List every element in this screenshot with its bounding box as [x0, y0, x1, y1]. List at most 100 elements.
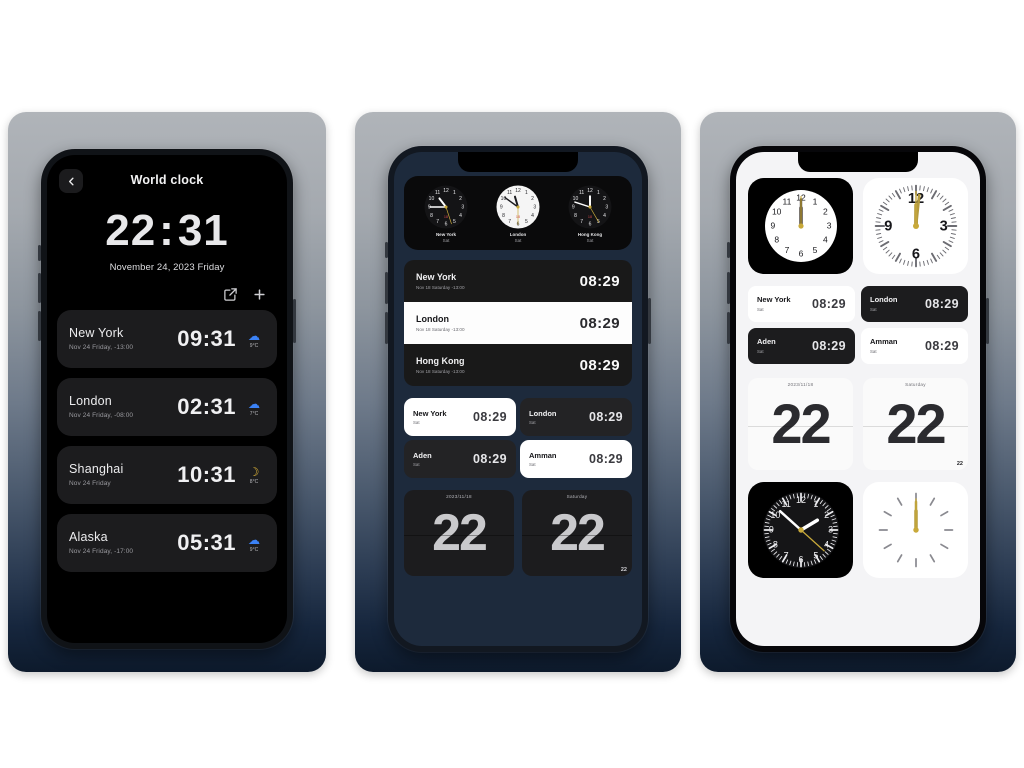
phone1-action-bar — [47, 273, 287, 310]
city-mini-widget[interactable]: Amman Sat 08:29 — [520, 440, 632, 479]
analog-clock-face: 123456789101112 — [764, 189, 838, 263]
city-time: 08:29 — [473, 452, 507, 467]
city-name: Hong Kong — [416, 355, 465, 366]
analog-clock-widget-row[interactable]: 12345678910111218New YorkSat123456789101… — [404, 176, 632, 251]
mini-city-widget-grid[interactable]: New York Sat 08:29 London Sat 08:29 Aden Sat 08:… — [404, 398, 632, 479]
svg-text:1: 1 — [453, 190, 456, 196]
city-offset-date: Nov 18 Saturday -13:00 — [416, 326, 465, 332]
city-mini-widget[interactable]: Aden Sat 08:29 — [404, 440, 516, 479]
city-time: 10:31 — [177, 462, 236, 487]
edit-square-icon[interactable] — [223, 287, 238, 302]
cloud-icon: ☁ — [248, 396, 260, 411]
city-mini-widget[interactable]: Aden Sat 08:29 — [748, 328, 855, 364]
phone3-mute-button[interactable] — [727, 242, 730, 258]
city-row[interactable]: London Nov 24 Friday, -08:00 02:31 ☁ 7°C — [57, 378, 277, 436]
analog-clock-day: Sat — [586, 237, 594, 243]
top-analog-widget-row[interactable]: 1 2 3 4 5 6 7 8 9 10 11 12 12 3 6 9 — [748, 178, 968, 274]
analog-clock-widget[interactable]: 123456789101112 — [748, 178, 853, 274]
phone2-volume-up-button[interactable] — [385, 272, 388, 304]
flip-label: Saturday — [905, 382, 926, 387]
city-offset-date: Nov 24 Friday — [69, 479, 111, 487]
analog-clock-caption: New York Sat — [410, 232, 481, 243]
city-name: Aden — [757, 337, 776, 347]
city-mini-widget[interactable]: London Sat 08:29 — [520, 398, 632, 437]
svg-text:3: 3 — [939, 219, 947, 235]
flip-clock-widget[interactable]: 2023/11/18 22 — [404, 490, 514, 577]
phone1-volume-up-button[interactable] — [38, 273, 41, 303]
phone3-volume-up-button[interactable] — [727, 272, 730, 304]
svg-text:3: 3 — [605, 205, 608, 211]
analog-clock-widget[interactable] — [863, 482, 968, 578]
city-mini-widget[interactable]: London Sat 08:29 — [861, 286, 968, 322]
analog-clock-widget[interactable]: 1 2 3 4 5 6 7 8 9 10 11 12 18 New York Sat — [410, 185, 481, 243]
svg-text:3: 3 — [826, 221, 831, 231]
analog-clock-widget[interactable]: 12 3 6 9 — [863, 178, 968, 274]
svg-text:10: 10 — [771, 207, 781, 217]
analog-clock-widget[interactable]: 12345678910111218Hong KongSat — [554, 185, 625, 243]
city-day: Sat — [870, 306, 877, 312]
city-name: London — [870, 295, 898, 305]
mini-city-widget-grid[interactable]: New York Sat 08:29 London Sat 08:29 Aden Sat 08:… — [748, 286, 968, 364]
city-row[interactable]: New York Nov 24 Friday, -13:00 09:31 ☁ 9°C — [57, 310, 277, 368]
bottom-analog-widget-row[interactable]: 123456789101112 — [748, 482, 968, 578]
city-info: Aden Sat — [413, 450, 473, 467]
phone1-mute-button[interactable] — [38, 245, 41, 261]
city-temperature: 9°C — [249, 546, 259, 553]
city-row[interactable]: Alaska Nov 24 Friday, -17:00 05:31 ☁ 9°C — [57, 514, 277, 572]
time-colon: : — [159, 206, 175, 255]
phone-device-2: 12345678910111218New YorkSat123456789101… — [385, 146, 651, 652]
flip-clock-widget-grid[interactable]: 2023/11/18 22 Saturday 22 22 — [404, 490, 632, 577]
city-weather: ☁ 9°C — [243, 534, 265, 553]
phone3-power-button[interactable] — [986, 298, 989, 344]
flip-clock-widget[interactable]: 2023/11/18 22 — [748, 378, 853, 470]
flip-digits: 22 — [432, 504, 488, 563]
city-list-row[interactable]: Hong Kong Nov 18 Saturday -13:00 08:29 — [404, 344, 632, 387]
analog-clock-widget[interactable]: 123456789101112 — [748, 482, 853, 578]
phone2-mute-button[interactable] — [385, 242, 388, 258]
city-time-list-widget[interactable]: New York Nov 18 Saturday -13:00 08:29 Londo… — [404, 260, 632, 387]
analog-clock-widget[interactable]: 12345678910111218LondonSat — [482, 185, 553, 243]
svg-text:6: 6 — [911, 246, 919, 262]
flip-clock-widget-grid[interactable]: 2023/11/18 22 Saturday 22 22 — [748, 378, 968, 470]
phone3-screen: 1 2 3 4 5 6 7 8 9 10 11 12 12 3 6 9 New York Sat 08:29 Lon… — [736, 152, 980, 646]
svg-text:6: 6 — [589, 221, 592, 227]
page-title: World clock — [130, 173, 204, 187]
city-list-row[interactable]: London Nov 18 Saturday -13:00 08:29 — [404, 302, 632, 345]
city-day: Sat — [529, 419, 536, 425]
city-info: Aden Sat — [757, 337, 812, 354]
svg-text:2: 2 — [822, 207, 827, 217]
current-minute: 31 — [177, 206, 229, 255]
svg-text:1: 1 — [812, 196, 817, 206]
city-info: Amman Sat — [529, 451, 589, 467]
phone-device-3: 1 2 3 4 5 6 7 8 9 10 11 12 12 3 6 9 New York Sat 08:29 Lon… — [727, 146, 989, 652]
city-offset-date: Nov 18 Saturday -13:00 — [416, 284, 465, 290]
analog-clock-day: Sat — [514, 237, 522, 243]
city-name: Aden — [413, 450, 432, 460]
svg-text:3: 3 — [461, 205, 464, 211]
phone1-volume-down-button[interactable] — [38, 311, 41, 341]
current-date: November 24, 2023 Friday — [109, 262, 225, 273]
city-mini-widget[interactable]: New York Sat 08:29 — [748, 286, 855, 322]
phone2-power-button[interactable] — [648, 298, 651, 344]
city-name: Alaska — [69, 530, 108, 545]
city-offset-date: Nov 24 Friday, -17:00 — [69, 547, 134, 555]
svg-text:2: 2 — [459, 196, 462, 202]
phone2-volume-down-button[interactable] — [385, 312, 388, 344]
moon-icon: ☽ — [248, 464, 260, 479]
phone3-volume-down-button[interactable] — [727, 312, 730, 344]
phone1-power-button[interactable] — [293, 299, 296, 343]
city-list-row[interactable]: New York Nov 18 Saturday -13:00 08:29 — [404, 260, 632, 303]
flip-clock-widget[interactable]: Saturday 22 22 — [522, 490, 632, 577]
city-temperature: 9°C — [249, 342, 259, 349]
city-row[interactable]: Shanghai Nov 24 Friday 10:31 ☽ 8°C — [57, 446, 277, 504]
analog-clock-day: Sat — [442, 237, 450, 243]
svg-text:9: 9 — [884, 219, 892, 235]
flip-clock-widget[interactable]: Saturday 22 22 — [863, 378, 968, 470]
svg-text:6: 6 — [798, 249, 803, 259]
plus-icon[interactable] — [252, 287, 267, 302]
city-info: London Nov 24 Friday, -08:00 — [69, 394, 177, 419]
city-day: Sat — [413, 461, 420, 467]
city-day: Sat — [757, 306, 764, 312]
city-mini-widget[interactable]: New York Sat 08:29 — [404, 398, 516, 437]
city-mini-widget[interactable]: Amman Sat 08:29 — [861, 328, 968, 364]
